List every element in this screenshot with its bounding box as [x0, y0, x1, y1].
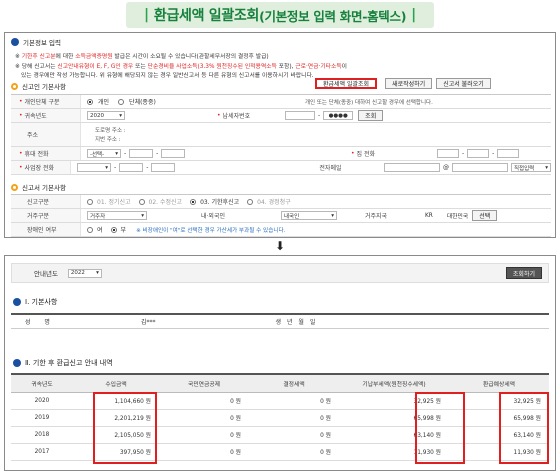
bulk-refund-lookup-button[interactable]: 환급세액 일괄조회 — [315, 78, 378, 89]
nationality-select[interactable]: 내국인 ▾ — [281, 211, 337, 220]
section-basic-info: 기본정보 입력 — [11, 37, 61, 47]
taxid-lookup-button[interactable]: 조회 — [358, 110, 384, 121]
chevron-down-icon: ▾ — [105, 164, 109, 171]
section-bullet-icon — [13, 359, 21, 367]
road-address: 도로명 주소 : — [95, 128, 126, 134]
section-bullet-icon — [11, 183, 18, 191]
year-search-bar: 안내년도 2022 ▾ 조회하기 — [11, 263, 549, 283]
section-bullet-icon — [11, 82, 18, 90]
radio-kind-correction[interactable] — [247, 198, 254, 205]
col-pension: 국민연금공제 — [159, 373, 249, 393]
taxid-back-input[interactable]: ●●●● — [323, 111, 354, 120]
row-phones: • 휴대 전화 -선택- ▾ - - • 집 전화 - - — [11, 147, 551, 161]
home-mid-input[interactable] — [467, 149, 490, 158]
lot-address: 지번 주소 : — [95, 137, 121, 143]
mobile-last-input[interactable] — [161, 149, 186, 158]
load-form-button[interactable]: 신고서 불러오기 — [436, 78, 491, 89]
biz-last-input[interactable] — [151, 163, 176, 172]
chevron-down-icon: ▾ — [115, 150, 118, 157]
row-biz-email: • 사업장 전화 ▾ - - 전자메일 @ 직접입력 ▾ — [11, 161, 551, 175]
email-id-input[interactable] — [383, 163, 440, 172]
email-domain-input[interactable] — [451, 163, 508, 172]
email-domain-select[interactable]: 직접입력 ▾ — [510, 163, 551, 172]
home-last-input[interactable] — [497, 149, 520, 158]
row-address: 주소 도로명 주소 : 지번 주소 : — [11, 123, 551, 147]
section-basic-items: Ⅰ. 기본사항 — [13, 297, 57, 307]
name-label: 성 명 — [25, 319, 56, 326]
entity-type-note: 개인 또는 단체(종중) 대하여 신고할 경우에 선택합니다. — [305, 99, 433, 106]
refund-result-panel: 안내년도 2022 ▾ 조회하기 Ⅰ. 기본사항 성 명 김*** 생 년 월 일… — [4, 255, 556, 471]
section-refund-guide: Ⅱ. 기한 후 환급신고 안내 내역 — [13, 358, 113, 368]
col-expected-refund: 환급예상세액 — [449, 373, 549, 393]
basic-info-panel: 기본정보 입력 ※ 기한후 신고분에 대한 소득금액증명원 발급은 시간이 소요… — [4, 32, 556, 238]
chevron-down-icon: ▾ — [331, 212, 334, 219]
notice-eligibility-cont: 있는 경우에만 작성 가능합니다. 위 유형에 해당되지 않는 경우 일반신고서… — [21, 73, 314, 79]
chevron-down-icon: ▾ — [141, 212, 144, 219]
home-area-input[interactable] — [437, 149, 459, 158]
table-row: 2018 2,105,050 원0 원0 원 63,140 원 63,140 원 — [11, 426, 549, 444]
report-form: 신고구분 01. 정기신고 02. 수정신고 03. 기한후신고 04. 경정청… — [11, 194, 551, 237]
prepaid-highlight-box — [415, 392, 465, 464]
section-bullet-icon — [13, 298, 21, 306]
birth-label: 생 년 월 일 — [275, 319, 318, 326]
notice-late-filing: ※ 기한후 신고분에 대한 소득금액증명원 발급은 시간이 소요될 수 있습니다… — [15, 54, 269, 60]
row-disability: 장애인 여부 여 부 ※ 비장애인이 "여"로 선택한 경우 가산세가 부과될 … — [11, 223, 551, 237]
table-row: 2019 2,201,219 원0 원0 원 65,998 원 65,998 원 — [11, 409, 549, 427]
refund-table: 귀속년도 수입금액 국민연금공제 결정세액 기납부세액(원천징수세액) 환급예상… — [11, 373, 549, 461]
year-select[interactable]: 2020 ▾ — [87, 111, 125, 120]
table-row: 2020 1,104,660 원0 원0 원 32,925 원 32,925 원 — [11, 392, 549, 410]
basic-info-table: 성 명 김*** 생 년 월 일 — [11, 313, 549, 329]
col-determined-tax: 결정세액 — [249, 373, 339, 393]
biz-prefix-select[interactable]: ▾ — [77, 163, 112, 172]
name-value: 김*** — [141, 319, 156, 326]
section-bullet-icon — [11, 38, 19, 46]
chevron-down-icon: ▾ — [119, 112, 122, 119]
col-year: 귀속년도 — [11, 373, 73, 393]
radio-individual[interactable] — [87, 98, 93, 105]
banner-title: 환급세액 일괄조회 — [153, 8, 260, 24]
row-report-kind: 신고구분 01. 정기신고 02. 수정신고 03. 기한후신고 04. 경정청… — [11, 195, 551, 209]
lookup-button[interactable]: 조회하기 — [505, 267, 542, 279]
table-row: 2017 397,950 원0 원0 원 11,930 원 11,930 원 — [11, 443, 549, 461]
biz-mid-input[interactable] — [119, 163, 144, 172]
arrow-down-icon: ⬇ — [275, 239, 286, 253]
page-banner: | 환급세액 일괄조회 (기본정보 입력 화면-홈텍스) | — [126, 2, 434, 28]
new-form-button[interactable]: 새로작성하기 — [385, 78, 433, 89]
chevron-down-icon: ▾ — [96, 270, 99, 276]
country-select-button[interactable]: 선택 — [472, 210, 498, 221]
taxpayer-form: • 개인단체 구분 개인 단체(종중) 개인 또는 단체(종중) 대하여 신고할 … — [11, 94, 551, 175]
radio-disabled-yes[interactable] — [87, 226, 93, 233]
residency-select[interactable]: 거주자 ▾ — [87, 211, 147, 220]
banner-bar-right: | — [411, 7, 416, 23]
taxid-front-input[interactable] — [285, 111, 315, 120]
disability-note: ※ 비장애인이 "여"로 선택한 경우 가산세가 부과될 수 있습니다. — [136, 227, 286, 234]
row-entity-type: • 개인단체 구분 개인 단체(종중) 개인 또는 단체(종중) 대하여 신고할 … — [11, 95, 551, 109]
radio-kind-late[interactable] — [190, 198, 197, 205]
guide-year-select[interactable]: 2022 ▾ — [67, 268, 102, 278]
radio-kind-regular[interactable] — [87, 198, 93, 205]
radio-kind-amend[interactable] — [138, 198, 145, 205]
row-residency: 거주구분 거주자 ▾ 내·외국인 내국인 ▾ 거주지국 KR 대한민국 선택 — [11, 209, 551, 223]
col-prepaid-tax: 기납부세액(원천징수세액) — [339, 373, 449, 393]
income-highlight-box — [93, 392, 157, 464]
banner-bar-left: | — [144, 7, 149, 23]
mobile-mid-input[interactable] — [129, 149, 154, 158]
banner-subtitle: (기본정보 입력 화면-홈텍스) — [259, 8, 407, 24]
radio-disabled-no[interactable] — [110, 226, 117, 233]
notice-eligibility: ※ 당해 신고서는 신고안내유형이 E, F, G인 경우 또는 단순경비율 사… — [15, 64, 347, 70]
section-report-info: 신고서 기본사항 — [11, 182, 66, 192]
section-taxpayer-info: 신고인 기본사항 — [11, 81, 66, 91]
action-buttons: 환급세액 일괄조회 새로작성하기 신고서 불러오기 — [311, 78, 491, 89]
chevron-down-icon: ▾ — [545, 164, 548, 171]
refund-highlight-box — [499, 392, 549, 464]
col-income: 수입금액 — [73, 373, 159, 393]
mobile-prefix-select[interactable]: -선택- ▾ — [87, 149, 121, 158]
row-year-taxid: • 귀속년도 2020 ▾ • 납세자번호 - ●●●● 조회 — [11, 109, 551, 123]
radio-group[interactable] — [118, 98, 125, 105]
